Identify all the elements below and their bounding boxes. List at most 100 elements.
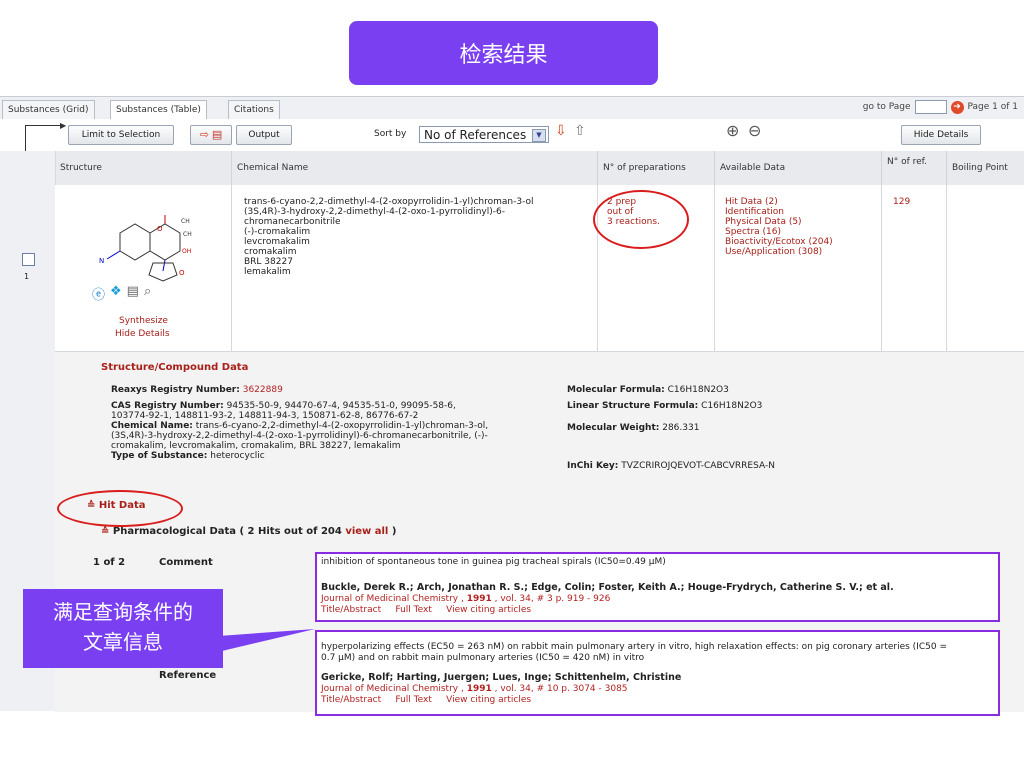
col-structure[interactable]: Structure	[55, 151, 231, 185]
name-line: levcromakalim	[244, 237, 310, 247]
journal-2[interactable]: Journal of Medicinal Chemistry ,	[321, 684, 464, 694]
article-links-1[interactable]: Title/Abstract Full Text View citing art…	[321, 605, 531, 615]
name-line: BRL 38227	[244, 257, 293, 267]
hide-details-link[interactable]: Hide Details	[115, 329, 170, 339]
available-data-link[interactable]: Physical Data (5)	[725, 217, 833, 227]
available-data-link[interactable]: Bioactivity/Ecotox (204)	[725, 237, 833, 247]
sort-descending-icon[interactable]: ⇩	[555, 123, 567, 139]
pharma-data-end: )	[391, 526, 397, 537]
diamond-icon[interactable]: ❖	[110, 284, 122, 303]
references-count-link[interactable]: 129	[893, 197, 910, 207]
view-all-link[interactable]: view all	[345, 526, 388, 537]
callout-line: 满足查询条件的	[53, 600, 193, 624]
registry-block: Reaxys Registry Number: 3622889 CAS Regi…	[111, 385, 551, 461]
svg-text:OH: OH	[182, 248, 191, 255]
type-value: heterocyclic	[210, 451, 265, 461]
available-data-link[interactable]: Spectra (16)	[725, 227, 833, 237]
zoom-out-icon[interactable]: ⊖	[748, 121, 761, 140]
chemical-name-label: Chemical Name:	[111, 421, 193, 431]
limit-to-selection-button[interactable]: Limit to Selection	[68, 125, 174, 145]
reaxys-value[interactable]: 3622889	[243, 385, 283, 395]
tabs-bar: Substances (Grid) Substances (Table) Cit…	[0, 96, 1024, 120]
sort-select[interactable]: No of References ▼	[419, 126, 549, 143]
sort-ascending-icon[interactable]: ⇧	[574, 123, 586, 139]
go-arrow-icon[interactable]: ➜	[950, 100, 964, 114]
collapse-icon: ≙	[101, 526, 110, 537]
tree-line-h	[25, 125, 65, 126]
cas-label: CAS Registry Number:	[111, 401, 224, 411]
tab-substances-grid[interactable]: Substances (Grid)	[2, 100, 95, 119]
available-data-link[interactable]: Use/Application (308)	[725, 247, 833, 257]
volume-1: , vol. 34, # 3 p. 919 - 926	[494, 594, 611, 604]
chemical-name-value-3: cromakalim, levcromakalim, cromakalim, B…	[111, 441, 401, 451]
citation-1: Journal of Medicinal Chemistry , 1991 , …	[321, 594, 610, 604]
callout-line: 文章信息	[83, 630, 163, 654]
svg-text:N: N	[99, 257, 104, 265]
result-box-2: hyperpolarizing effects (EC50 = 263 nM) …	[315, 630, 1000, 716]
highlight-ellipse-preparations	[593, 190, 689, 249]
structure-compound-title[interactable]: Structure/Compound Data	[101, 362, 248, 373]
col-chemical-name[interactable]: Chemical Name	[231, 151, 597, 185]
col-available-data[interactable]: Available Data	[714, 151, 881, 185]
svg-text:CH: CH	[181, 218, 190, 225]
synthesize-link[interactable]: Synthesize	[119, 316, 168, 326]
comment-label: Comment	[159, 557, 213, 568]
type-label: Type of Substance:	[111, 451, 208, 461]
col-preparations[interactable]: N° of preparations	[597, 151, 714, 185]
table-row: O CH CH OH N O ⓔ ❖ ▤ ⌕ Synthesize Hide D…	[55, 185, 1024, 352]
available-data-link[interactable]: Identification	[725, 207, 833, 217]
name-line: (-)-cromakalim	[244, 227, 311, 237]
comment-line: hyperpolarizing effects (EC50 = 263 nM) …	[321, 642, 947, 652]
cas-value: 94535-50-9, 94470-67-4, 94535-51-0, 9909…	[226, 401, 456, 411]
tab-citations[interactable]: Citations	[228, 100, 280, 119]
sort-by-label: Sort by	[374, 129, 407, 139]
svg-text:O: O	[179, 269, 185, 277]
callout-pointer	[205, 629, 315, 655]
page-navigation: go to Page ➜ Page 1 of 1	[863, 100, 1018, 114]
formula-block: Molecular Formula: C16H18N2O3 Linear Str…	[567, 385, 775, 471]
slide-title: 检索结果	[349, 21, 658, 85]
reference-label: Reference	[159, 670, 217, 681]
pharma-data-title: ≙ Pharmacological Data ( 2 Hits out of 2…	[101, 526, 396, 537]
svg-text:CH: CH	[183, 231, 192, 238]
col-boiling-point[interactable]: Boiling Point	[946, 151, 1024, 185]
toolbar: ▶ Limit to Selection ⇨ ▤ Output Sort by …	[0, 119, 1024, 165]
journal-1[interactable]: Journal of Medicinal Chemistry ,	[321, 594, 464, 604]
article-links-2[interactable]: Title/Abstract Full Text View citing art…	[321, 695, 531, 705]
molecular-weight-value: 286.331	[662, 423, 700, 433]
tree-arrow-icon: ▶	[60, 121, 67, 130]
cas-value-2: 103774-92-1, 148811-93-2, 148811-94-3, 1…	[111, 411, 419, 421]
page-info: Page 1 of 1	[967, 102, 1019, 112]
result-box-1: inhibition of spontaneous tone in guinea…	[315, 552, 1000, 622]
tab-substances-table[interactable]: Substances (Table)	[110, 100, 207, 119]
table-header: Structure Chemical Name N° of preparatio…	[55, 151, 1024, 186]
export-icons-button[interactable]: ⇨ ▤	[190, 125, 232, 145]
reaxys-label: Reaxys Registry Number:	[111, 385, 240, 395]
available-data-link[interactable]: Hit Data (2)	[725, 197, 833, 207]
comment-text-1: inhibition of spontaneous tone in guinea…	[321, 557, 666, 567]
row-index: 1	[24, 272, 30, 281]
col-references[interactable]: N° of ref.	[881, 151, 946, 185]
name-line: chromanecarbonitrile	[244, 217, 341, 227]
search-icon[interactable]: ⌕	[144, 284, 151, 303]
pharma-data-label: Pharmacological Data ( 2 Hits out of 204	[112, 526, 342, 537]
row-checkbox[interactable]	[22, 253, 35, 266]
inchi-label: InChi Key:	[567, 461, 619, 471]
inchi-value: TVZCRIROJQEVOT-CABCVRRESA-N	[621, 461, 775, 471]
highlight-ellipse-hit-data	[57, 490, 183, 527]
zoom-in-icon[interactable]: ⊕	[726, 121, 739, 140]
editor-icon[interactable]: ⓔ	[92, 284, 105, 303]
page-input[interactable]	[914, 100, 947, 114]
citation-2: Journal of Medicinal Chemistry , 1991 , …	[321, 684, 628, 694]
authors-2: Gericke, Rolf; Harting, Juergen; Lues, I…	[321, 672, 682, 683]
hide-details-button[interactable]: Hide Details	[901, 125, 981, 145]
export-icon: ⇨	[199, 128, 209, 141]
print-icon: ▤	[211, 128, 223, 141]
molecular-formula-value: C16H18N2O3	[667, 385, 729, 395]
output-button[interactable]: Output	[236, 125, 292, 145]
list-icon[interactable]: ▤	[127, 284, 139, 303]
molecule-structure: O CH CH OH N O	[99, 215, 192, 282]
hit-counter: 1 of 2	[93, 557, 126, 568]
name-line: lemakalim	[244, 267, 291, 277]
comment-text-2: hyperpolarizing effects (EC50 = 263 nM) …	[321, 642, 947, 664]
